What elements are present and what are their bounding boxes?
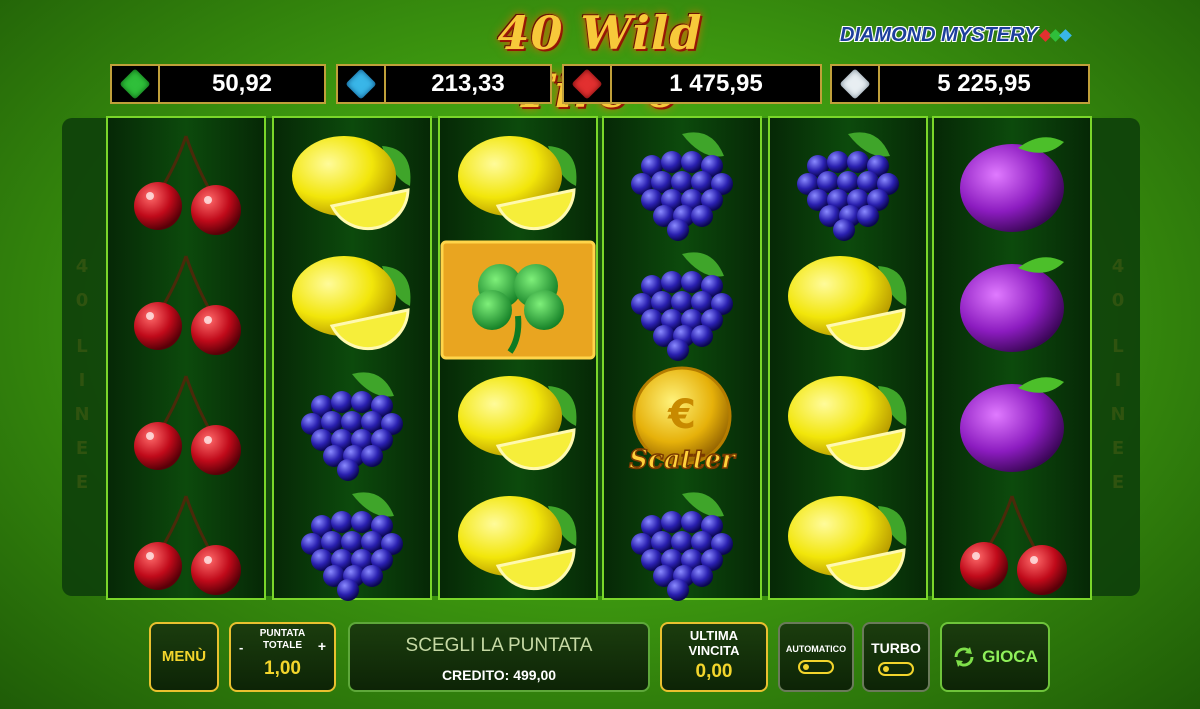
grapes-icon [301, 492, 403, 601]
lemon-icon [458, 496, 577, 591]
reel-5 [768, 116, 928, 600]
reel-symbol-lemon [770, 240, 926, 360]
cherry-icon [960, 495, 1067, 595]
brand-gems-icon [1039, 28, 1073, 42]
reel-symbol-lemon [274, 120, 430, 240]
lemon-icon [788, 376, 907, 471]
spin-button[interactable]: GIOCA [940, 622, 1050, 692]
cherry-icon [134, 255, 241, 355]
reel-4: € Scatter [602, 116, 762, 601]
plum-icon [960, 257, 1064, 352]
jackpot-green: 50,92 [110, 64, 326, 104]
diamond-mystery-logo: DIAMOND MYSTERY [840, 20, 1090, 50]
credit-display: CREDITO: 499,00 [441, 667, 557, 683]
reel-symbol-cherry [934, 480, 1090, 600]
reel-symbol-cherry [108, 480, 264, 600]
reel-symbol-lemon [770, 360, 926, 480]
jackpot-blue: 213,33 [336, 64, 552, 104]
lemon-icon [458, 376, 577, 471]
red-gem-icon [571, 68, 603, 100]
game-title: 40 Wild Fire 6 [497, 6, 703, 118]
reel-symbol-cherry [108, 240, 264, 360]
grapes-icon [631, 252, 733, 361]
lemon-icon [788, 256, 907, 351]
cherry-icon [134, 495, 241, 595]
autoplay-toggle[interactable] [798, 660, 834, 674]
reel-symbol-lemon [440, 120, 596, 240]
total-bet-title: PUNTATA TOTALE [259, 628, 306, 651]
green-gem-icon [119, 68, 151, 100]
plum-icon [960, 137, 1064, 232]
bet-increase-button[interactable]: + [318, 638, 326, 654]
reel-3 [438, 116, 598, 600]
scatter-icon: € Scatter [628, 366, 738, 476]
grapes-icon [631, 132, 733, 241]
last-win-title: ULTIMA VINCITA [688, 628, 740, 658]
reel-6 [932, 116, 1092, 600]
reel-2 [272, 116, 432, 601]
plum-icon [960, 377, 1064, 472]
blue-gem-icon [345, 68, 377, 100]
reel-symbol-plum [934, 240, 1090, 360]
reel-symbol-plum [934, 120, 1090, 240]
reel-symbol-cherry [108, 120, 264, 240]
jackpot-value: 213,33 [431, 70, 505, 97]
jackpot-value: 1 475,95 [669, 70, 763, 97]
grapes-icon [797, 132, 899, 241]
menu-button[interactable]: MENÙ [149, 622, 219, 692]
jackpot-value: 5 225,95 [937, 70, 1031, 97]
lemon-icon [788, 496, 907, 591]
cherry-icon [134, 375, 241, 475]
reel-symbol-clover [440, 240, 596, 360]
grapes-icon [631, 492, 733, 601]
lemon-icon [458, 136, 577, 231]
reel-symbol-plum [934, 360, 1090, 480]
reel-symbol-lemon [440, 480, 596, 600]
turbo-toggle[interactable] [878, 662, 914, 676]
lemon-icon [292, 136, 411, 231]
reel-symbol-grapes [274, 480, 430, 601]
autoplay-button[interactable]: AUTOMATICO [778, 622, 854, 692]
clover-icon [440, 240, 596, 360]
scatter-coin-glyph: € [667, 392, 696, 438]
grapes-icon [301, 372, 403, 481]
spin-refresh-icon [954, 647, 974, 667]
cherry-icon [134, 135, 241, 235]
last-win-panel: ULTIMA VINCITA 0,00 [660, 622, 768, 692]
jackpot-value: 50,92 [211, 70, 273, 97]
status-message: SCEGLI LA PUNTATA [405, 635, 593, 656]
diamond-icon [839, 68, 871, 100]
reel-symbol-lemon [440, 360, 596, 480]
jackpot-red: 1 475,95 [562, 64, 822, 104]
lemon-icon [292, 256, 411, 351]
jackpot-diamond: 5 225,95 [830, 64, 1090, 104]
reel-symbol-lemon [770, 480, 926, 600]
last-win-value: 0,00 [695, 661, 733, 682]
reel-symbol-grapes [604, 240, 760, 361]
reel-symbol-grapes [604, 480, 760, 601]
total-bet-panel: - PUNTATA TOTALE + 1,00 [229, 622, 336, 692]
reel-1 [106, 116, 266, 600]
reel-symbol-lemon [274, 240, 430, 360]
total-bet-value: 1,00 [264, 658, 301, 679]
bet-decrease-button[interactable]: - [239, 640, 243, 655]
reel-symbol-scatter: € Scatter [604, 360, 760, 480]
reel-symbol-grapes [604, 120, 760, 241]
reel-symbol-grapes [770, 120, 926, 241]
status-panel: SCEGLI LA PUNTATA CREDITO: 499,00 [348, 622, 650, 692]
reel-symbol-grapes [274, 360, 430, 481]
reel-symbol-cherry [108, 360, 264, 480]
turbo-button[interactable]: TURBO [862, 622, 930, 692]
scatter-label: Scatter [629, 445, 737, 475]
brand-text: DIAMOND MYSTERY [840, 24, 1038, 46]
